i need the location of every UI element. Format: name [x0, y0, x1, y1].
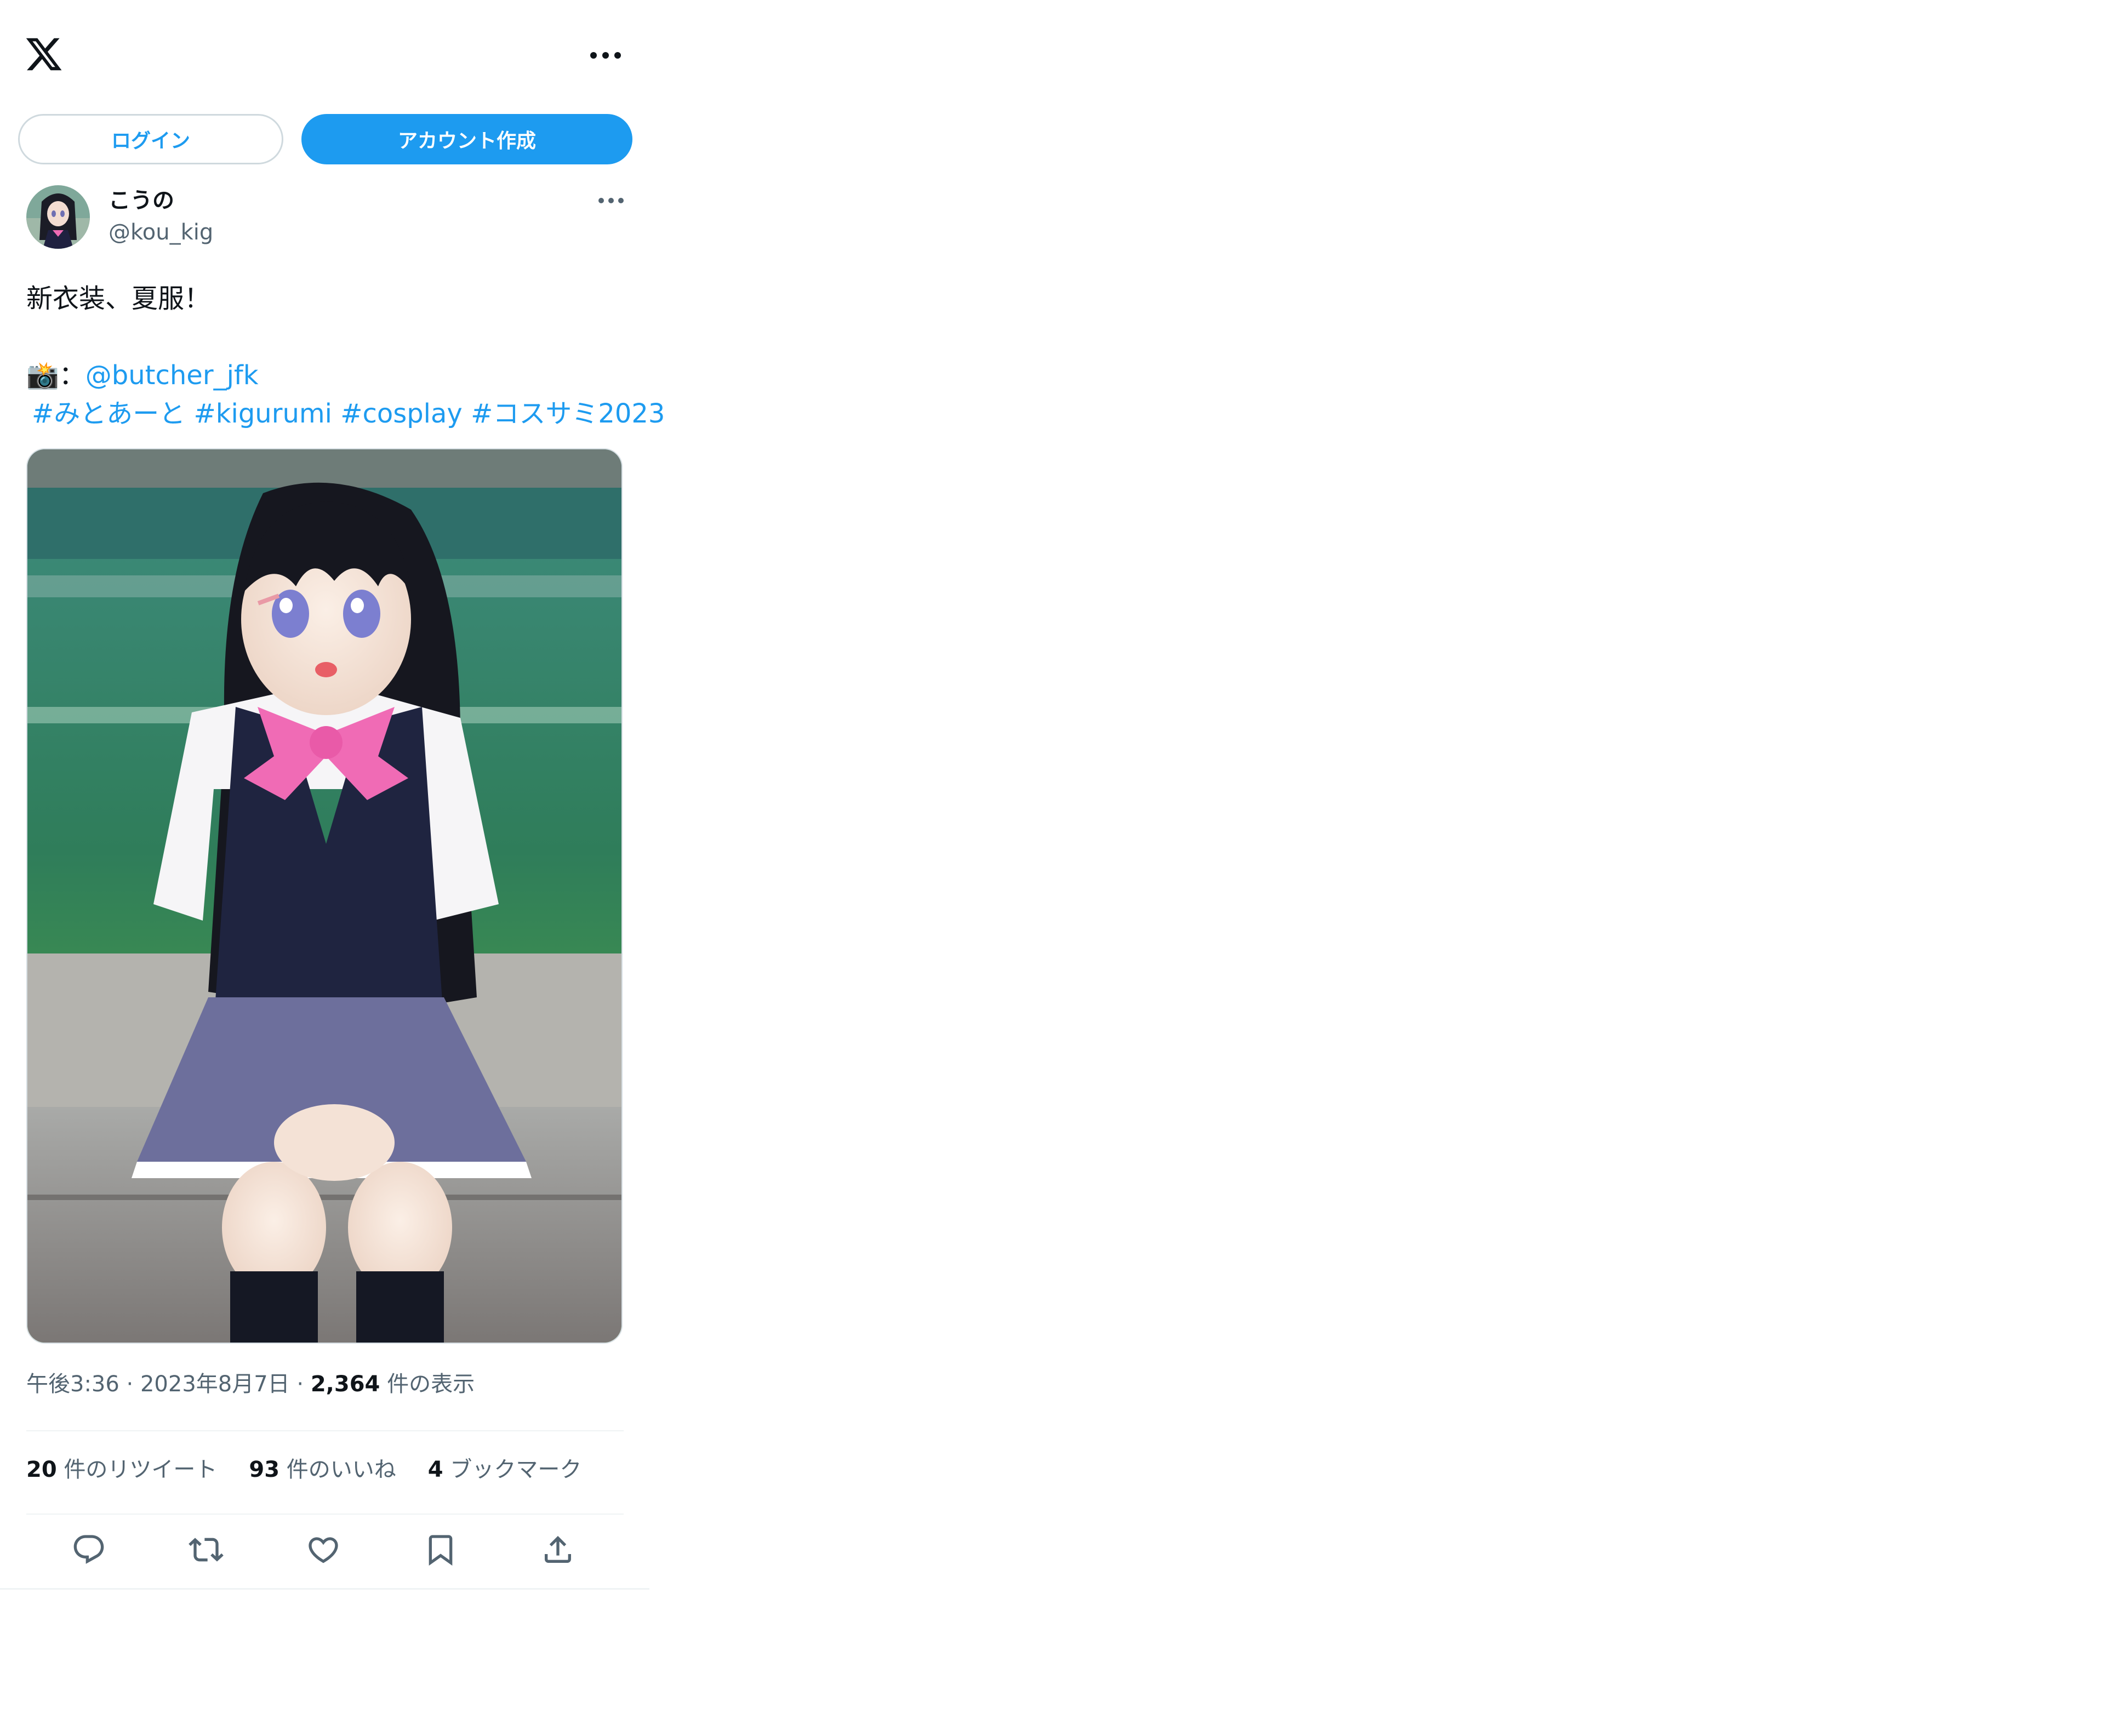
x-logo-icon[interactable]: [24, 34, 64, 75]
mention-link[interactable]: @butcher_jfk: [85, 360, 259, 391]
divider: [26, 1430, 624, 1431]
signup-button[interactable]: アカウント作成: [301, 114, 632, 164]
camera-emoji-icon: 📸: [26, 360, 59, 391]
login-button[interactable]: ログイン: [18, 114, 283, 164]
divider: [26, 1514, 624, 1515]
more-horizontal-icon[interactable]: [589, 50, 622, 60]
engagement-stats: 20 件のリツイート 93 件のいいね 4 ブックマーク: [26, 1453, 613, 1486]
tweet-date[interactable]: 2023年8月7日: [140, 1372, 290, 1397]
share-icon[interactable]: [540, 1532, 575, 1567]
credit-colon: ：: [59, 360, 85, 391]
author-handle[interactable]: @kou_kig: [109, 217, 213, 248]
author-display-name[interactable]: こうの: [109, 185, 174, 216]
tweet-more-icon[interactable]: [597, 196, 625, 205]
bookmarks-stat[interactable]: 4 ブックマーク: [428, 1453, 582, 1486]
login-button-label: ログイン: [111, 130, 190, 152]
tweet-text-line: 新衣装、夏服！: [26, 283, 211, 314]
bookmarks-count: 4: [427, 1457, 443, 1482]
tweet-text: 新衣装、夏服！ 📸：@butcher_jfk #みとあーと #kigurumi …: [26, 279, 665, 433]
retweet-icon[interactable]: [189, 1532, 224, 1567]
meta-separator: ·: [289, 1372, 311, 1397]
hashtags-line: #みとあーと #kigurumi #cosplay #コスサミ2023: [26, 395, 665, 433]
likes-stat[interactable]: 93 件のいいね: [249, 1453, 396, 1486]
reply-icon[interactable]: [71, 1532, 106, 1567]
bottom-border: [0, 1588, 649, 1590]
signup-button-label: アカウント作成: [397, 130, 536, 152]
hashtag-links[interactable]: #みとあーと #kigurumi #cosplay #コスサミ2023: [32, 398, 665, 429]
meta-separator: ·: [119, 1372, 140, 1397]
like-icon[interactable]: [306, 1532, 341, 1567]
views-label: 件の表示: [387, 1372, 475, 1397]
tweet-credit-line: 📸：@butcher_jfk: [26, 356, 665, 395]
tweet-time[interactable]: 午後3:36: [26, 1372, 119, 1397]
tweet-photo[interactable]: [26, 448, 623, 1344]
tweet-timestamp: 午後3:36 · 2023年8月7日 · 2,364 件の表示: [26, 1368, 475, 1401]
avatar[interactable]: [26, 185, 90, 249]
likes-count: 93: [249, 1457, 280, 1482]
retweets-label: 件のリツイート: [64, 1457, 218, 1482]
bookmark-icon[interactable]: [423, 1532, 458, 1567]
retweets-count: 20: [26, 1457, 57, 1482]
retweets-stat[interactable]: 20 件のリツイート: [26, 1453, 217, 1486]
tweet-text-blank-line: [26, 318, 665, 356]
bookmarks-label: ブックマーク: [450, 1457, 582, 1482]
views-count: 2,364: [310, 1372, 380, 1397]
likes-label: 件のいいね: [286, 1457, 396, 1482]
tweet-page: ログイン アカウント作成 こうの @kou_kig 新衣装、夏服！ 📸：@but…: [0, 0, 665, 1591]
